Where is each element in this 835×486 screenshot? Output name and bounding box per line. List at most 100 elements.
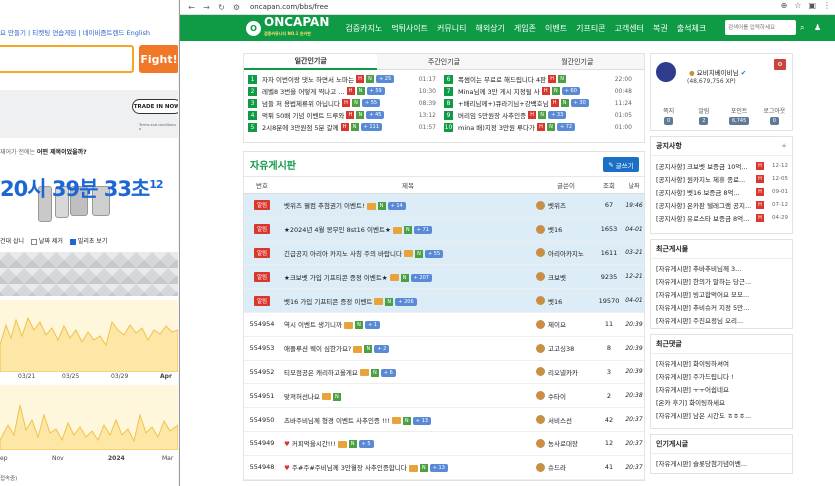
sidebar-list-item[interactable]: [자유게시판] 화이팅하셔여 (651, 356, 792, 369)
table-row[interactable]: 554948 ♥ 주#주#주비님께 3만월장 사추인증합니다 N + 13 슈드라 41 2… (244, 456, 644, 480)
stat-messages[interactable]: 쪽지 0 (651, 106, 686, 125)
avatar[interactable] (656, 62, 676, 82)
tab-daily[interactable]: 일간인기글 (244, 54, 378, 70)
post-author[interactable]: 벳16 (536, 224, 596, 234)
post-title-cell[interactable]: 티모점공은 캐리하고올게요 N + 6 (280, 367, 536, 377)
popular-item[interactable]: 9 버리임 5만원장 사추인증 H N + 33 01:05 (444, 109, 640, 121)
table-row[interactable]: 알림 ★크보벳 가입 기프티콘 증정 이벤트★ N + 207 크보벳 9235 12-21 (244, 265, 644, 290)
more-notices-icon[interactable]: + (781, 142, 787, 150)
tab-monthly[interactable]: 월간인기글 (510, 54, 644, 70)
user-icon[interactable]: ♟ (814, 23, 821, 32)
post-author[interactable]: 농사로대장 (536, 438, 596, 448)
bg-top-links[interactable]: 요 만들기 | 티켓팅 연습게임 | 네이비즘트렌드 English (0, 27, 150, 37)
sidebar-list-item[interactable]: [자유게시판] 한의가 말하는 당근... (651, 274, 792, 287)
table-row[interactable]: 554954 역시 이벤트 생기니까 N + 1 제이요 11 20:39 (244, 313, 644, 337)
sidebar-list-item[interactable]: [공지사항] 원카지노 제휴 종료... H 12-05 (651, 172, 792, 185)
settings-icon[interactable]: ⚙ (774, 59, 786, 70)
bg-trade-in-button[interactable]: TRADE IN NOW (132, 99, 178, 114)
post-title-cell[interactable]: ♥ 주#주#주비님께 3만월장 사추인증합니다 N + 13 (280, 462, 536, 473)
post-author[interactable]: 크보벳 (536, 272, 596, 282)
popular-item[interactable]: 6 폭썸이는 무료로 해드립니다 4판 H N 22:00 (444, 73, 640, 85)
table-row[interactable]: 알림 벳16 가입 기프티콘 증정 이벤트 N + 206 벳16 19570 04-01 (244, 289, 644, 313)
post-author[interactable]: 고고싱38 (536, 343, 596, 353)
post-author[interactable]: 슈드라 (536, 462, 596, 472)
sidebar-list-item[interactable]: [자유게시판] 주가드립니다 ! (651, 369, 792, 382)
site-logo[interactable]: O ONCAPAN 검증커뮤니티 NO.1 온카판 (246, 16, 329, 39)
sidebar-list-item[interactable]: [온카 후기] 화이팅하세요 (651, 395, 792, 408)
menu-item[interactable]: 복권 (653, 23, 668, 34)
post-title-cell[interactable]: ★2024년 4월 몽무인 8st16 이벤트★ N + 71 (280, 224, 536, 235)
popular-item[interactable]: 2 레벨8 3번을 어떻게 찍나고 ... H N + 59 10:30 (248, 85, 444, 97)
popular-item[interactable]: 8 +배리님께+)큐라기님+강백호님 H N + 30 11:24 (444, 97, 640, 109)
reload-icon[interactable]: ↻ (216, 2, 227, 13)
menu-item[interactable]: 검증카지노 (345, 23, 382, 34)
popular-item[interactable]: 5 2시8분에 3만원점 5분 갈께 H N + 111 01:57 (248, 121, 444, 133)
sidebar-list-item[interactable]: [공지사항] 유로스타 보증금 8억... H 04-29 (651, 211, 792, 224)
post-title-cell[interactable]: ♥ 커피먹을시간!!! N + 5 (280, 438, 536, 449)
post-title-cell[interactable]: 벳위즈 웰컴 추첨권기 이벤트! N + 14 (280, 200, 536, 211)
table-row[interactable]: 554947벳16 다 뒤졌다 ㅎㅎN+ 9가즈아보자2720:36 (244, 480, 644, 481)
search-icon[interactable]: ⌕ (800, 23, 804, 33)
menu-item[interactable]: 고객센터 (615, 23, 644, 34)
more-icon[interactable]: ⋮ (823, 1, 831, 10)
stat-points[interactable]: 포인트 6,745 (722, 106, 757, 125)
table-row[interactable]: 알림 벳위즈 웰컴 추첨권기 이벤트! N + 14 벳위즈 67 19:46 (244, 194, 644, 218)
menu-item[interactable]: 먹튀사이트 (391, 23, 428, 34)
post-title-cell[interactable]: 역시 이벤트 생기니까 N + 1 (280, 319, 536, 330)
forward-icon[interactable]: → (201, 2, 212, 13)
menu-item[interactable]: 게임존 (514, 23, 536, 34)
sidebar-list-item[interactable]: [자유게시판] 남은 시간도 ㅎㅎㅎ... (651, 408, 792, 421)
menu-item[interactable]: 출석체크 (677, 23, 706, 34)
post-title-cell[interactable]: 긴급공지 아리아 카지노 사칭 주의 바랍니다 N + 55 (280, 248, 536, 258)
post-title-cell[interactable]: 애플루션 웩이 심한가요? N + 2 (280, 343, 536, 354)
back-icon[interactable]: ← (186, 2, 197, 13)
bg-option-3[interactable]: 밀리초 보기 (69, 238, 107, 245)
tab-weekly[interactable]: 주간인기글 (377, 54, 511, 70)
post-author[interactable]: 리오넬카카 (536, 367, 596, 377)
sidebar-list-item[interactable]: [자유게시판] 슬롯당첨기념이벤... (651, 456, 792, 469)
post-title-cell[interactable]: 맞져허선나요 N (280, 391, 536, 401)
write-button[interactable]: ✎ 글쓰기 (603, 157, 639, 172)
menu-item[interactable]: 이벤트 (545, 23, 567, 34)
post-title-cell[interactable]: 츠바주비님께 형경 이벤트 사추인증 !!! N + 13 (280, 415, 536, 425)
table-row[interactable]: 554953 애플루션 웩이 심한가요? N + 2 고고싱38 8 20:39 (244, 337, 644, 361)
site-info-icon[interactable]: ⚙ (231, 2, 242, 13)
post-author[interactable]: 벳16 (536, 296, 596, 306)
table-row[interactable]: 554949 ♥ 커피먹을시간!!! N + 5 농사로대장 12 20:37 (244, 432, 644, 456)
popular-item[interactable]: 4 먹튀 50배 기념 이벤트 드루와 H N + 45 13:12 (248, 109, 444, 121)
table-row[interactable]: 알림 긴급공지 아리아 카지노 사칭 주의 바랍니다 N + 55 아리아카지노 1611… (244, 241, 644, 266)
menu-item[interactable]: 커뮤니티 (437, 23, 466, 34)
popular-item[interactable]: 1 자자 이번이랑 댓노 하면서 노마는 H N + 25 01:17 (248, 73, 444, 85)
sidebar-list-item[interactable]: [자유게시판] 추바추비님께 3... (651, 261, 792, 274)
post-author[interactable]: 벳위즈 (536, 200, 596, 210)
site-search-input[interactable] (725, 20, 796, 35)
sidebar-list-item[interactable]: [자유게시판] 빙고합먹어요 모모... (651, 287, 792, 300)
profile-name[interactable]: ● 요비치베이비님 ✔ (689, 67, 746, 77)
sidebar-list-item[interactable]: [자유게시판] 주진요정님 오리... (651, 313, 792, 326)
table-row[interactable]: 554952 티모점공은 캐리하고올게요 N + 6 리오넬카카 3 20:39 (244, 361, 644, 385)
post-author[interactable]: 아리아카지노 (536, 248, 596, 258)
post-title-cell[interactable]: ★크보벳 가입 기프티콘 증정 이벤트★ N + 207 (280, 272, 536, 282)
bookmark-star-icon[interactable]: ☆ (794, 1, 801, 10)
sidebar-list-item[interactable]: [자유게시판] ㅜㅜ어쉽네요 (651, 382, 792, 395)
post-author[interactable]: 제이요 (536, 319, 596, 329)
post-title-cell[interactable]: 벳16 가입 기프티콘 증정 이벤트 N + 206 (280, 296, 536, 306)
popular-item[interactable]: 10 mina 배)지정 3만원 루다가 H N + 72 01:00 (444, 121, 640, 133)
bg-search-input[interactable] (0, 45, 134, 73)
stat-alerts[interactable]: 알림 2 (686, 106, 721, 125)
popular-item[interactable]: 7 Mina님께 3만 게시 지정될 사 H N + 60 00:48 (444, 85, 640, 97)
bg-option-1[interactable]: 건대 삽니 (0, 238, 24, 245)
sidebar-list-item[interactable]: [자유게시판] 추비슈커 지정 5만... (651, 300, 792, 313)
table-row[interactable]: 554950 츠바주비님께 형경 이벤트 사추인증 !!! N + 13 서비스선 42 2… (244, 408, 644, 432)
popular-item[interactable]: 3 넘들 저 용법제류위 아닙니다 H N + 55 08:39 (248, 97, 444, 109)
url-text[interactable]: oncapan.com/bbs/free (250, 3, 328, 11)
zoom-icon[interactable]: ⊕ (781, 1, 788, 10)
sidebar-list-item[interactable]: [공지사항] 벳16 보증금 8억... H 09-01 (651, 185, 792, 198)
menu-item[interactable]: 기프티콘 (576, 23, 605, 34)
extensions-icon[interactable]: ▣ (808, 1, 816, 10)
post-author[interactable]: 서비스선 (536, 415, 596, 425)
table-row[interactable]: 554951 맞져허선나요 N 수타이 2 20:38 (244, 384, 644, 409)
bg-fight-button[interactable]: Fight! (139, 45, 178, 73)
stat-logout[interactable]: 로그아웃 0 (757, 106, 792, 125)
sidebar-list-item[interactable]: [공지사항] 크보벳 보증금 10억... H 12-12 (651, 159, 792, 172)
